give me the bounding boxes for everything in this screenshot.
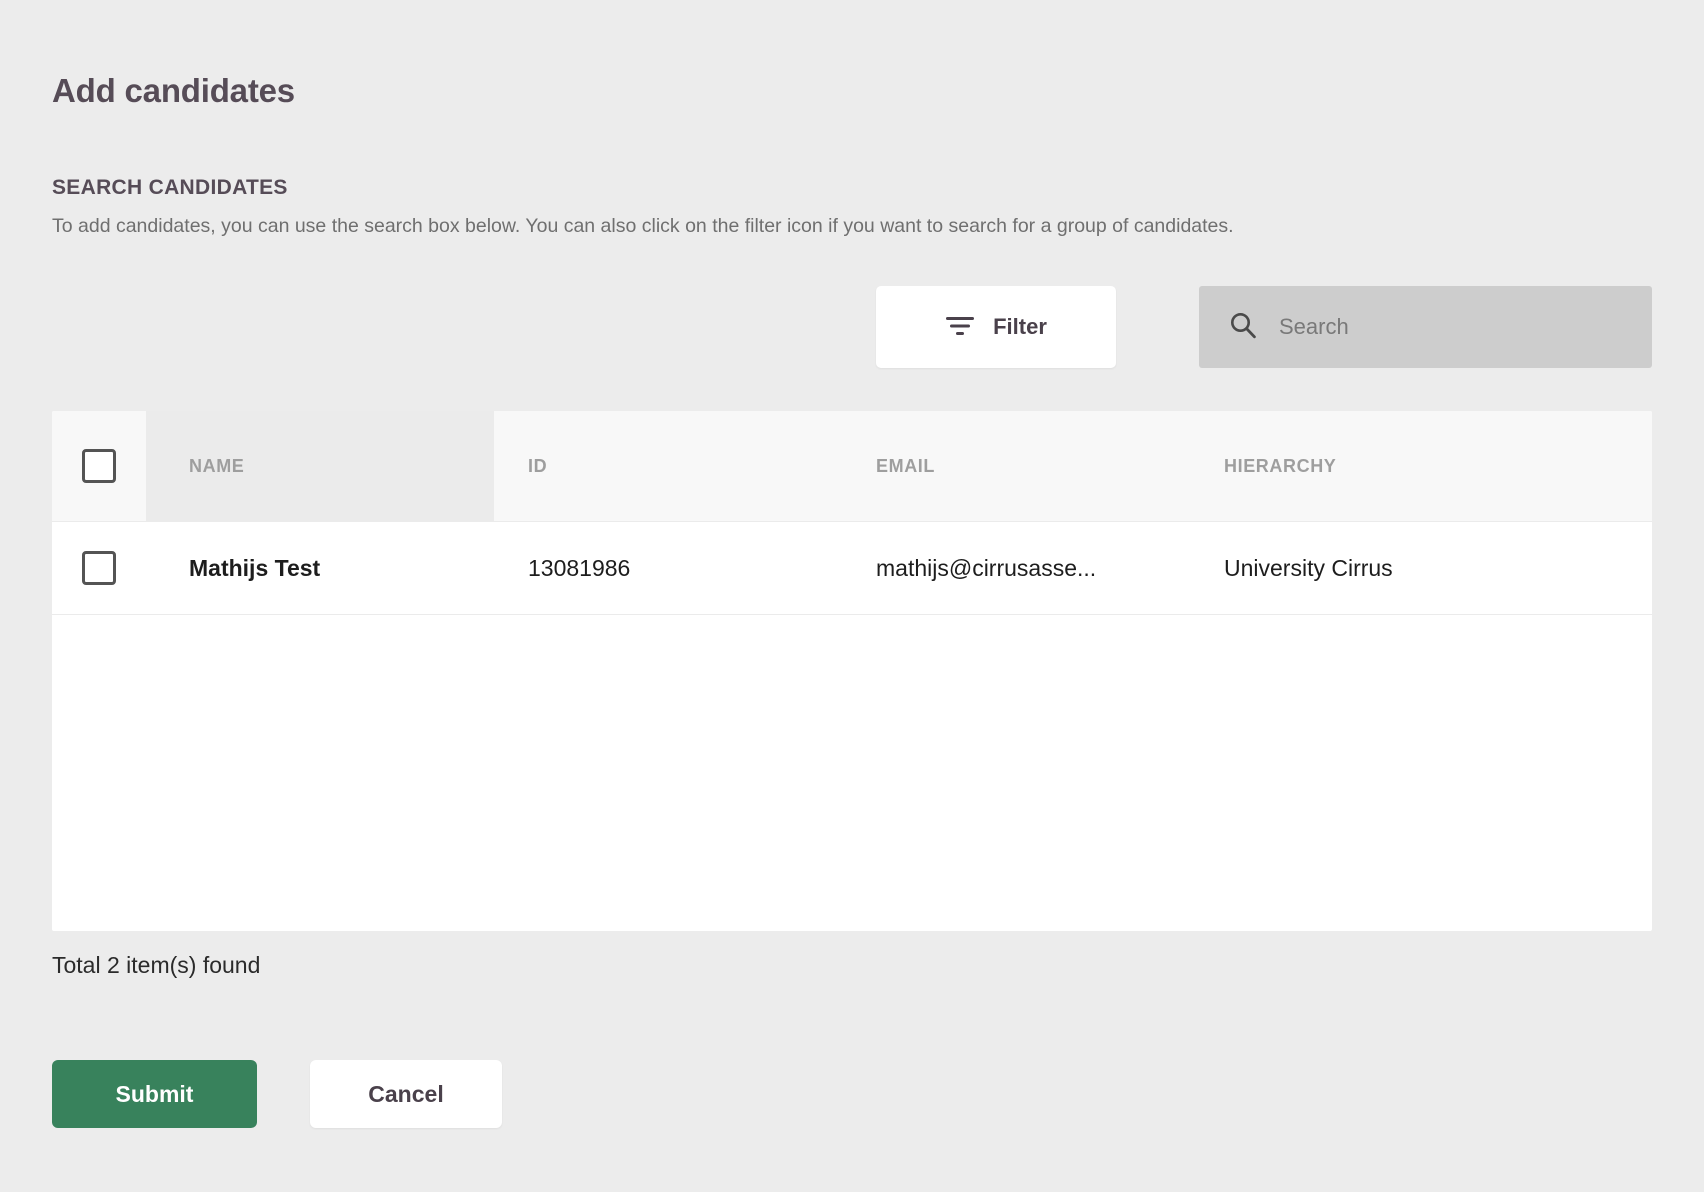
total-items-found: Total 2 item(s) found xyxy=(52,952,261,978)
add-candidates-dialog: Add candidates SEARCH CANDIDATES To add … xyxy=(0,0,1704,1192)
filter-button[interactable]: Filter xyxy=(876,286,1116,368)
search-toolbar: Filter xyxy=(52,286,1652,368)
column-header-email[interactable]: EMAIL xyxy=(842,411,1190,521)
search-input[interactable] xyxy=(1279,286,1652,368)
cell-id: 13081986 xyxy=(528,554,631,581)
search-box[interactable] xyxy=(1199,286,1652,368)
column-header-id[interactable]: ID xyxy=(494,411,842,521)
table-header-row: NAME ID EMAIL HIERARCHY xyxy=(52,411,1652,521)
dialog-actions: Submit Cancel xyxy=(52,1060,502,1128)
search-icon xyxy=(1229,311,1257,344)
cell-name: Mathijs Test xyxy=(189,554,321,581)
cancel-button[interactable]: Cancel xyxy=(310,1060,502,1128)
filter-icon xyxy=(945,315,975,340)
select-all-checkbox[interactable] xyxy=(82,449,116,483)
row-select-cell xyxy=(52,551,146,585)
cell-hierarchy: University Cirrus xyxy=(1224,554,1393,581)
column-header-hierarchy[interactable]: HIERARCHY xyxy=(1190,411,1652,521)
section-label-search-candidates: SEARCH CANDIDATES xyxy=(52,176,288,199)
filter-button-label: Filter xyxy=(993,314,1047,339)
submit-button[interactable]: Submit xyxy=(52,1060,257,1128)
section-description: To add candidates, you can use the searc… xyxy=(52,215,1234,237)
row-checkbox[interactable] xyxy=(82,551,116,585)
select-all-cell xyxy=(52,411,146,521)
cell-email: mathijs@cirrusasse... xyxy=(876,554,1097,581)
candidates-table: NAME ID EMAIL HIERARCHY Mathijs Test 130… xyxy=(52,411,1652,931)
column-header-name[interactable]: NAME xyxy=(146,411,494,521)
page-title: Add candidates xyxy=(52,72,295,109)
table-row[interactable]: Mathijs Test 13081986 mathijs@cirrusasse… xyxy=(52,521,1652,615)
